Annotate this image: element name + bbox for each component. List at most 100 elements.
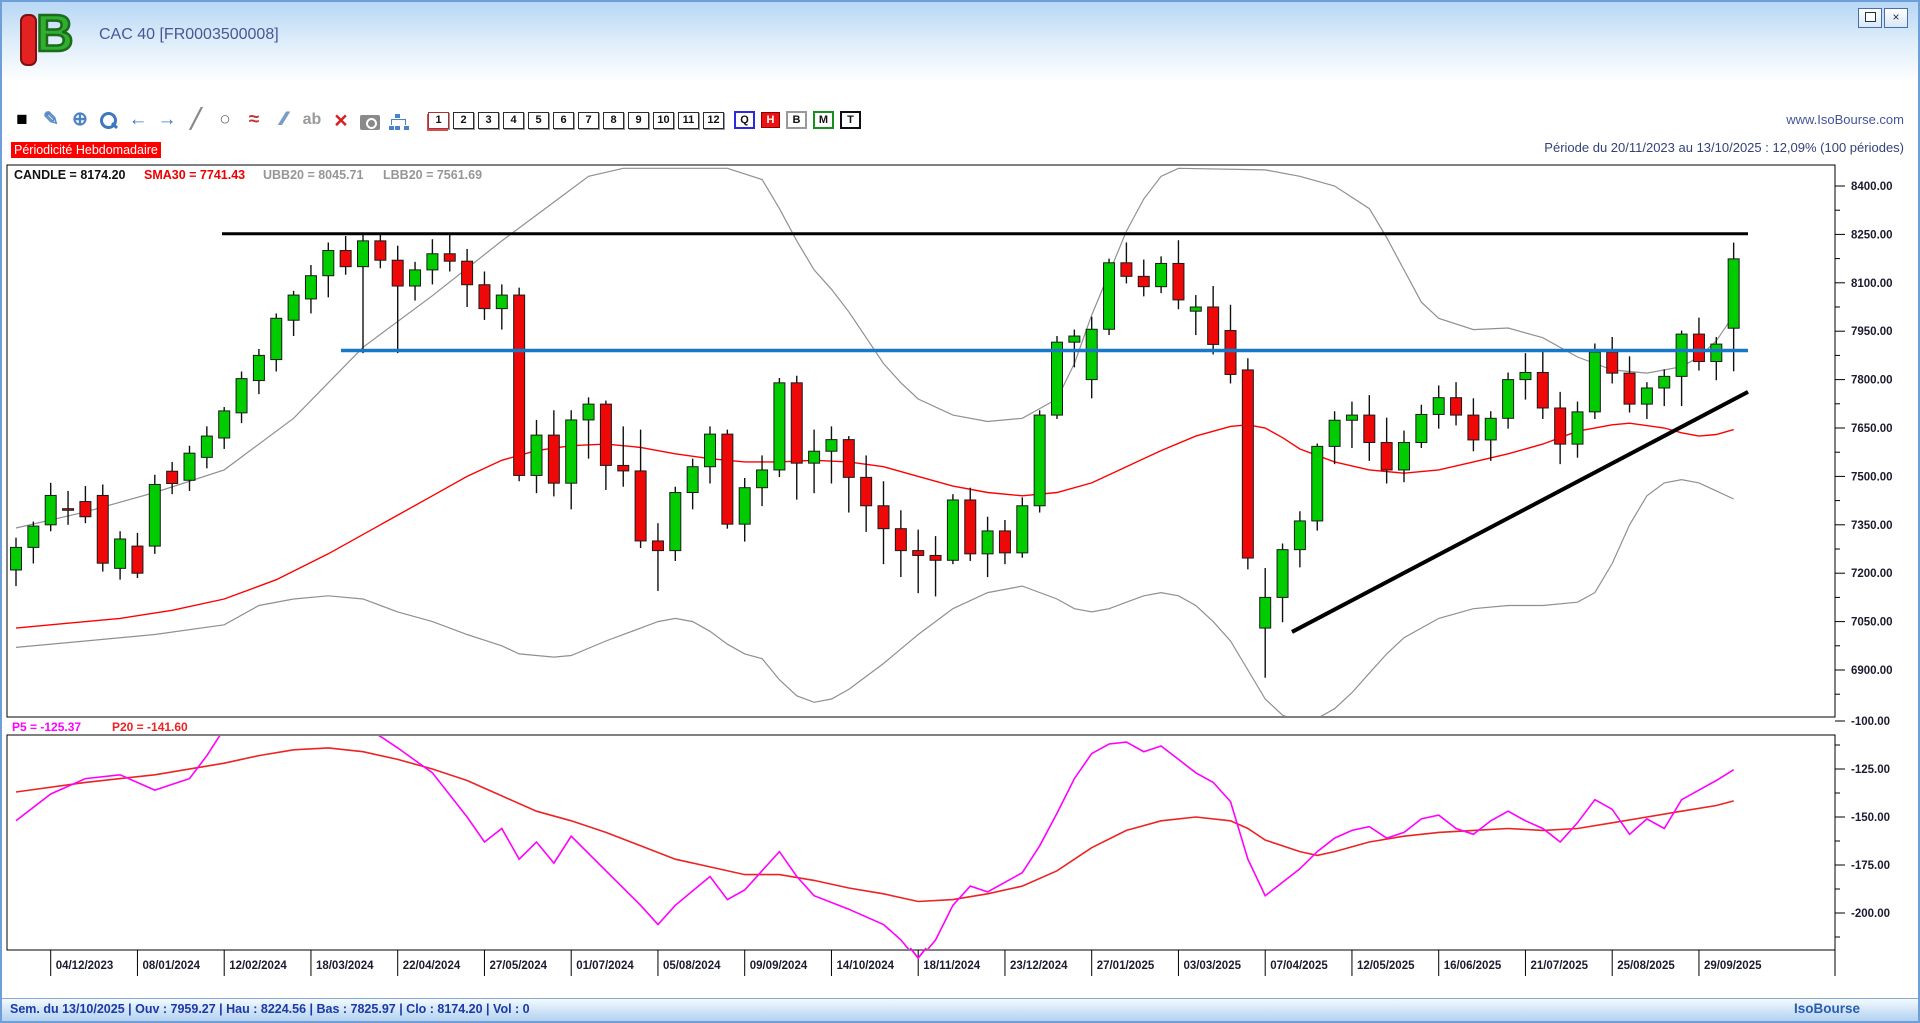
candle bbox=[1293, 511, 1306, 568]
candle bbox=[218, 407, 231, 449]
candle bbox=[183, 445, 196, 491]
candle bbox=[114, 531, 127, 580]
bullish-candle-body bbox=[981, 530, 994, 555]
candle bbox=[1345, 401, 1358, 449]
candle bbox=[1259, 568, 1272, 678]
candle bbox=[27, 521, 40, 564]
bullish-candle-body bbox=[27, 525, 40, 548]
bullish-candle-body bbox=[1276, 549, 1289, 598]
candle bbox=[166, 461, 179, 495]
bearish-candle-body bbox=[634, 470, 647, 542]
candle bbox=[1588, 343, 1601, 419]
candle bbox=[686, 458, 699, 510]
candle bbox=[825, 426, 838, 484]
price-axis-label: 7800.00 bbox=[1851, 375, 1893, 387]
candle bbox=[1658, 369, 1671, 407]
bullish-candle-body bbox=[1398, 442, 1410, 471]
candle bbox=[443, 234, 456, 272]
candle bbox=[495, 284, 508, 330]
candle bbox=[1033, 410, 1046, 513]
candle bbox=[1432, 385, 1445, 429]
candle bbox=[1640, 382, 1653, 419]
bullish-candle-body bbox=[1432, 397, 1445, 415]
bullish-candle-body bbox=[1293, 520, 1306, 551]
candle bbox=[1016, 497, 1029, 558]
bearish-candle-body bbox=[964, 499, 977, 555]
bullish-candle-body bbox=[322, 250, 335, 277]
candle bbox=[391, 245, 404, 354]
bullish-candle-body bbox=[1415, 413, 1428, 444]
bearish-candle-body bbox=[131, 545, 144, 574]
bullish-candle-body bbox=[1085, 328, 1098, 381]
price-axis-label: 7350.00 bbox=[1851, 520, 1893, 532]
price-axis-label: 8250.00 bbox=[1851, 229, 1893, 241]
bearish-candle-body bbox=[599, 403, 612, 466]
bullish-candle-body bbox=[114, 538, 127, 569]
bullish-candle-body bbox=[808, 450, 821, 464]
candle bbox=[270, 313, 283, 372]
bearish-candle-body bbox=[79, 501, 92, 518]
bearish-candle-body bbox=[1380, 442, 1393, 471]
candle bbox=[1450, 382, 1463, 426]
momentum-axis-label: -200.00 bbox=[1851, 908, 1890, 920]
bullish-candle-body bbox=[1571, 411, 1584, 445]
candle bbox=[721, 429, 734, 529]
candle bbox=[374, 233, 387, 269]
bullish-candle-body bbox=[773, 382, 786, 471]
price-chart[interactable]: 8400.00 8250.00 8100.00 7950.00 7800.00 7650.… bbox=[2, 2, 1920, 1023]
candle bbox=[235, 371, 248, 424]
bullish-candle-body bbox=[252, 354, 265, 382]
legend-p5-value: P5 = -125.37 bbox=[12, 720, 82, 734]
bullish-candle-body bbox=[357, 240, 369, 268]
bearish-candle-body bbox=[617, 464, 630, 472]
date-axis-label: 18/03/2024 bbox=[316, 960, 374, 972]
candle bbox=[1398, 430, 1410, 483]
bullish-candle-body bbox=[1675, 333, 1688, 377]
bullish-candle-body bbox=[1103, 262, 1116, 330]
date-axis-label: 18/11/2024 bbox=[923, 960, 981, 972]
candle bbox=[461, 248, 474, 307]
bearish-candle-body bbox=[912, 550, 925, 556]
price-axis-label: 7500.00 bbox=[1851, 471, 1893, 483]
bullish-candle-body bbox=[530, 434, 543, 476]
price-axis-label: 6900.00 bbox=[1851, 665, 1893, 677]
bullish-candle-body bbox=[44, 494, 57, 526]
candle bbox=[1276, 543, 1289, 623]
bearish-candle-body bbox=[1536, 372, 1549, 409]
legend-candle-value: CANDLE = 8174.20 bbox=[14, 168, 126, 182]
momentum-pane-series bbox=[15, 736, 1735, 949]
candle bbox=[547, 410, 560, 497]
date-axis-label: 12/02/2024 bbox=[229, 960, 287, 972]
bearish-candle-body bbox=[513, 294, 526, 476]
brand-label: IsoBourse bbox=[1793, 1001, 1860, 1016]
bearish-candle-body bbox=[929, 554, 942, 561]
momentum-axis-label: -125.00 bbox=[1851, 764, 1890, 776]
legend-upper-band-value: UBB20 = 8045.71 bbox=[263, 168, 364, 182]
bearish-candle-body bbox=[443, 253, 456, 262]
date-axis-label: 12/05/2025 bbox=[1357, 960, 1415, 972]
candle bbox=[669, 486, 682, 561]
bullish-candle-body bbox=[1016, 505, 1029, 554]
candle bbox=[530, 419, 543, 494]
bullish-candle-body bbox=[686, 466, 699, 494]
bearish-candle-body bbox=[1467, 414, 1480, 441]
lower-bollinger-band-line bbox=[15, 478, 1734, 716]
candle bbox=[877, 481, 890, 565]
bearish-candle-body bbox=[877, 505, 890, 530]
legend-sma-value: SMA30 = 7741.43 bbox=[144, 168, 246, 182]
candle bbox=[1224, 304, 1237, 384]
candle bbox=[1675, 330, 1688, 407]
candle bbox=[808, 429, 821, 494]
candle bbox=[62, 490, 75, 525]
status-ohlc-summary: Sem. du 13/10/2025 | Ouv : 7959.27 | Hau… bbox=[10, 1002, 530, 1016]
candle bbox=[131, 532, 144, 579]
candle bbox=[565, 410, 578, 510]
bullish-candle-body bbox=[1259, 596, 1272, 629]
candle bbox=[1380, 417, 1393, 484]
candle bbox=[617, 426, 630, 487]
candle bbox=[599, 400, 612, 490]
bullish-candle-body bbox=[1311, 445, 1324, 522]
candle bbox=[998, 519, 1011, 565]
date-axis-label: 22/04/2024 bbox=[403, 960, 461, 972]
candle bbox=[357, 234, 369, 354]
